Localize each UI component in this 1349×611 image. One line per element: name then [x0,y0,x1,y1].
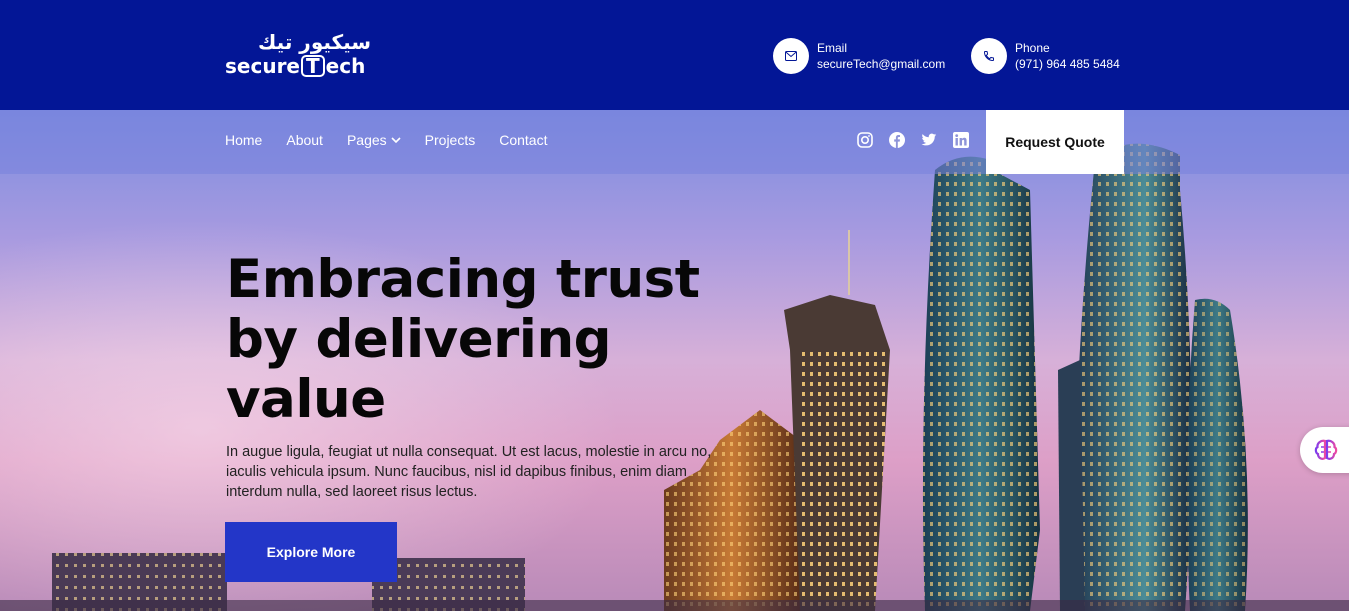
logo-text-t: T [301,55,325,77]
top-header: سيكيور تيك secure Tech Email secureTech@g… [0,0,1349,110]
email-label: Email [817,41,848,55]
request-quote-button[interactable]: Request Quote [986,110,1124,174]
ai-assistant-widget[interactable] [1300,427,1349,473]
nav-item-home[interactable]: Home [225,132,262,148]
nav-item-home-label: Home [225,132,263,148]
email-value[interactable]: secureTech@gmail.com [817,56,945,72]
hero-headline-line3: value [226,369,386,430]
explore-more-button[interactable]: Explore More [225,522,397,582]
nav-item-pages-label: Pages [346,132,387,148]
linkedin-icon[interactable] [953,132,969,148]
email-contact[interactable]: Email secureTech@gmail.com [773,38,945,74]
nav-item-pages[interactable]: Pages [347,132,401,148]
facebook-icon[interactable] [889,132,905,148]
securetech-logo[interactable]: سيكيور تيك secure Tech [225,30,375,80]
nav-item-contact-label: Contact [499,132,548,148]
main-navbar: Home About Pages Projects Contact Reques… [0,110,1349,174]
brain-icon [1314,439,1338,460]
instagram-icon[interactable] [857,132,873,148]
logo-text-post: ech [325,54,366,78]
social-links [857,132,969,148]
phone-icon [971,38,1007,74]
nav-item-contact[interactable]: Contact [499,132,547,148]
chevron-down-icon [391,137,401,143]
nav-item-about-label: About [286,132,323,148]
nav-item-about[interactable]: About [286,132,323,148]
mail-icon [773,38,809,74]
phone-contact[interactable]: Phone (971) 964 485 5484 [971,38,1120,74]
phone-value[interactable]: (971) 964 485 5484 [1015,56,1120,72]
hero-headline: Embracing trust by delivering value [226,250,746,430]
twitter-icon[interactable] [921,132,937,148]
logo-text-pre: secure [225,54,300,78]
hero-headline-line2: by delivering [226,309,612,370]
nav-item-projects-label: Projects [424,132,476,148]
nav-item-projects[interactable]: Projects [425,132,476,148]
hero-headline-line1: Embracing trust [226,249,700,310]
nav-menu: Home About Pages Projects Contact [225,132,547,148]
hero-section: Home About Pages Projects Contact Reques… [0,110,1349,611]
logo-arabic-text: سيكيور تيك [258,30,371,54]
hero-description: In augue ligula, feugiat ut nulla conseq… [226,444,712,500]
logo-english-text: secure Tech [225,54,365,78]
phone-label: Phone [1015,41,1050,55]
